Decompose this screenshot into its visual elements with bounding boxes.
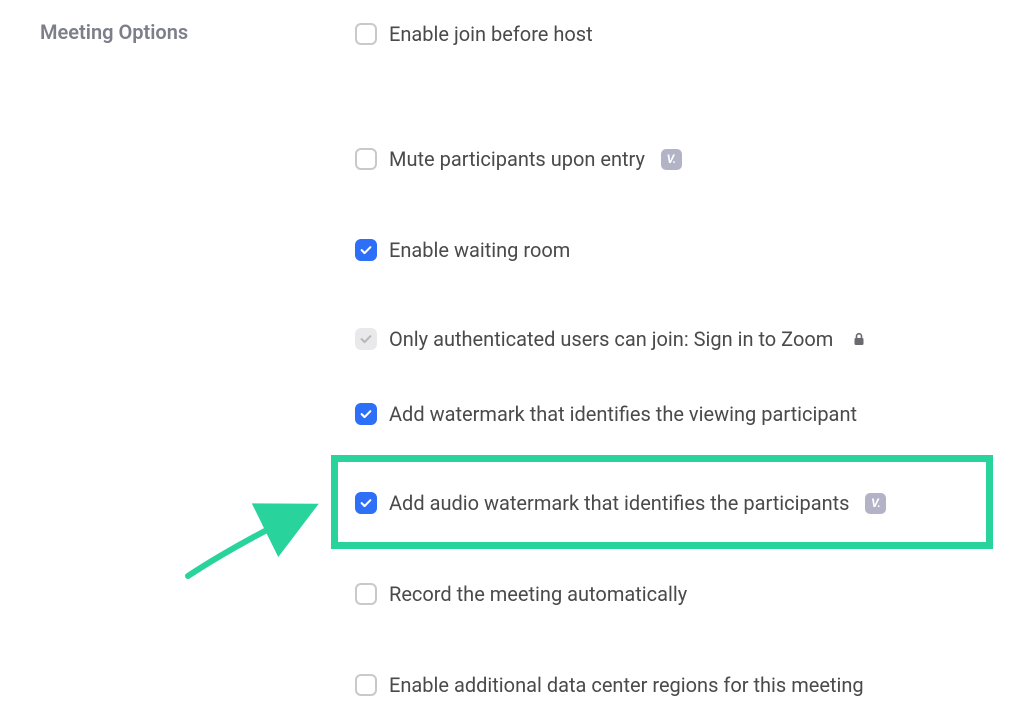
option-auth-users: Only authenticated users can join: Sign …: [355, 327, 865, 351]
option-label: Enable additional data center regions fo…: [389, 673, 864, 697]
option-label: Only authenticated users can join: Sign …: [389, 327, 833, 351]
checkbox-checked-icon[interactable]: [355, 239, 377, 261]
checkbox-unchecked-icon[interactable]: [355, 583, 377, 605]
option-watermark-view[interactable]: Add watermark that identifies the viewin…: [355, 402, 857, 426]
info-badge-icon: V.: [865, 493, 886, 514]
lock-icon: [853, 332, 865, 346]
checkbox-unchecked-icon[interactable]: [355, 674, 377, 696]
option-data-center[interactable]: Enable additional data center regions fo…: [355, 673, 864, 697]
checkbox-unchecked-icon[interactable]: [355, 23, 377, 45]
option-join-before-host[interactable]: Enable join before host: [355, 22, 593, 46]
section-title: Meeting Options: [40, 20, 188, 44]
option-label: Record the meeting automatically: [389, 582, 687, 606]
option-label: Add audio watermark that identifies the …: [389, 491, 849, 515]
option-label: Mute participants upon entry: [389, 147, 645, 171]
checkbox-checked-icon[interactable]: [355, 492, 377, 514]
option-label: Enable waiting room: [389, 238, 570, 262]
checkbox-unchecked-icon[interactable]: [355, 148, 377, 170]
info-badge-icon: V.: [661, 149, 682, 170]
option-label: Add watermark that identifies the viewin…: [389, 402, 857, 426]
option-mute-on-entry[interactable]: Mute participants upon entry V.: [355, 147, 682, 171]
checkbox-checked-icon[interactable]: [355, 403, 377, 425]
option-label: Enable join before host: [389, 22, 593, 46]
option-audio-watermark[interactable]: Add audio watermark that identifies the …: [355, 491, 886, 515]
checkbox-disabled-checked-icon: [355, 328, 377, 350]
option-record-auto[interactable]: Record the meeting automatically: [355, 582, 687, 606]
option-waiting-room[interactable]: Enable waiting room: [355, 238, 570, 262]
